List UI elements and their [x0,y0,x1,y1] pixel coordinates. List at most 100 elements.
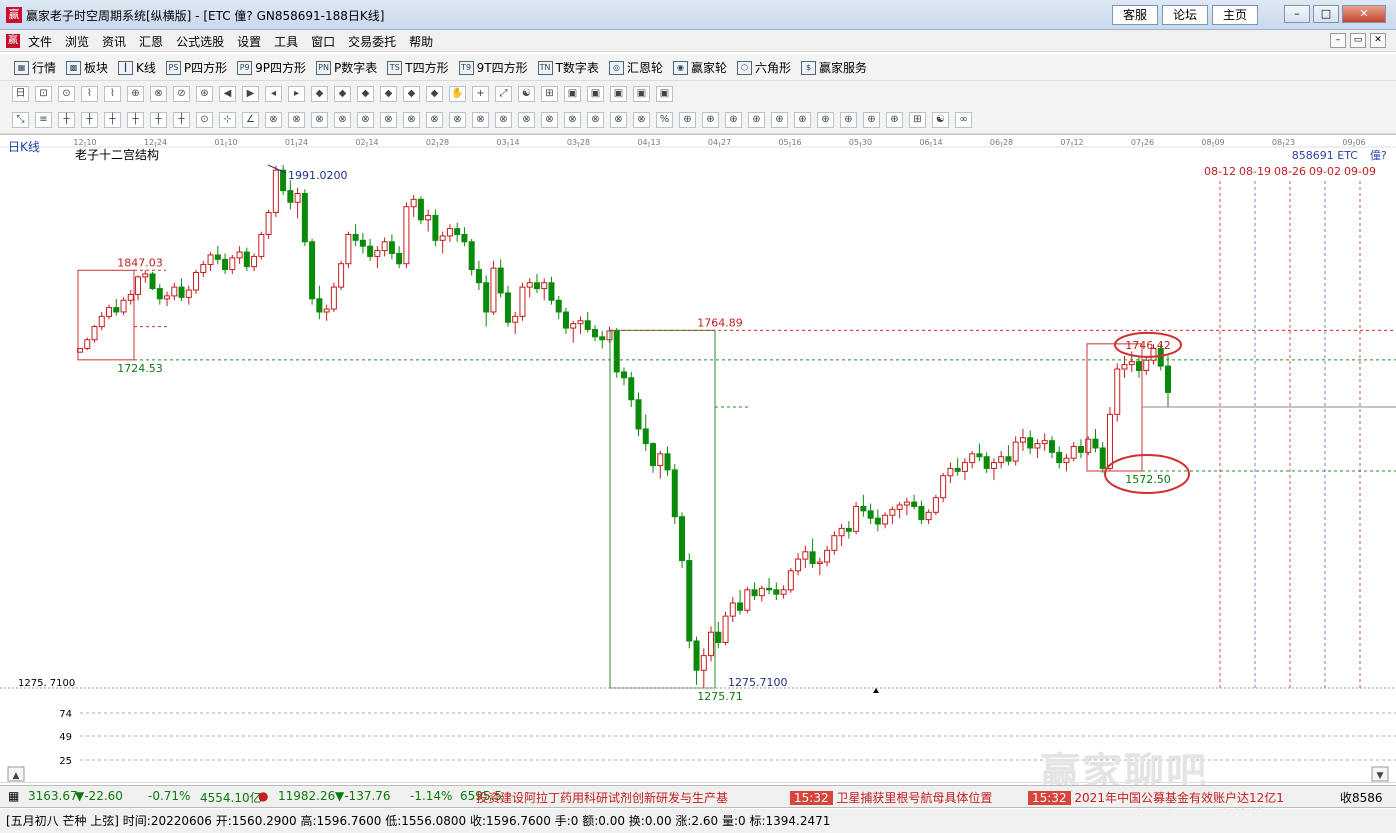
chart-tool-26-icon[interactable]: ▣ [610,86,627,102]
draw-tool-7-icon[interactable]: ┼ [173,112,190,128]
toolbar-item-1[interactable]: ▩ 板块 [66,59,108,76]
chart-tool-20-icon[interactable]: + [472,86,489,102]
draw-tool-22-icon[interactable]: ⊗ [518,112,535,128]
toolbar-item-10[interactable]: ◉ 赢家轮 [672,59,727,76]
draw-tool-27-icon[interactable]: ⊗ [633,112,650,128]
chart-tool-12-icon[interactable]: ▸ [288,86,305,102]
service-button[interactable]: 客服 [1112,5,1158,25]
mdi-minimize-button[interactable]: – [1330,33,1346,48]
draw-tool-37-icon[interactable]: ⊕ [863,112,880,128]
chart-tool-9-icon[interactable]: ◀ [219,86,236,102]
draw-tool-40-icon[interactable]: ☯ [932,112,949,128]
minimize-button[interactable]: – [1284,5,1310,23]
toolbar-item-11[interactable]: ⬡ 六角形 [736,59,791,76]
forum-button[interactable]: 论坛 [1162,5,1208,25]
draw-tool-38-icon[interactable]: ⊕ [886,112,903,128]
chart-tool-13-icon[interactable]: ◆ [311,86,328,102]
draw-tool-21-icon[interactable]: ⊗ [495,112,512,128]
draw-tool-25-icon[interactable]: ⊗ [587,112,604,128]
chart-tool-18-icon[interactable]: ◆ [426,86,443,102]
draw-tool-20-icon[interactable]: ⊗ [472,112,489,128]
chart-tool-21-icon[interactable]: ⤢ [495,86,512,102]
mdi-close-button[interactable]: ✕ [1370,33,1386,48]
news-ticker-item[interactable]: 15:32 卫星捕获里根号航母具体位置 [790,789,992,806]
chart-tool-28-icon[interactable]: ▣ [656,86,673,102]
draw-tool-28-icon[interactable]: % [656,112,673,128]
draw-tool-19-icon[interactable]: ⊗ [449,112,466,128]
chart-area[interactable]: 12-10 12-24 01-10 01-24 02-14 02-28 03-14 03-28… [0,134,1396,784]
menu-item-3[interactable]: 汇恩 [139,33,163,50]
draw-tool-3-icon[interactable]: ┼ [81,112,98,128]
chart-tool-22-icon[interactable]: ☯ [518,86,535,102]
draw-tool-17-icon[interactable]: ⊗ [403,112,420,128]
draw-tool-18-icon[interactable]: ⊗ [426,112,443,128]
draw-tool-26-icon[interactable]: ⊗ [610,112,627,128]
draw-tool-11-icon[interactable]: ⊗ [265,112,282,128]
toolbar-item-12[interactable]: $ 赢家服务 [800,59,867,76]
toolbar-item-6[interactable]: TS T四方形 [387,59,449,76]
chart-tool-16-icon[interactable]: ◆ [380,86,397,102]
chart-tool-0-icon[interactable]: 日 [12,86,29,102]
chart-tool-7-icon[interactable]: ⊘ [173,86,190,102]
draw-tool-34-icon[interactable]: ⊕ [794,112,811,128]
chart-tool-15-icon[interactable]: ◆ [357,86,374,102]
menu-item-7[interactable]: 窗口 [311,33,335,50]
toolbar-item-5[interactable]: PN P数字表 [316,59,377,76]
draw-tool-10-icon[interactable]: ∠ [242,112,259,128]
draw-tool-39-icon[interactable]: ⊞ [909,112,926,128]
close-button[interactable]: ✕ [1342,5,1386,23]
menu-item-1[interactable]: 浏览 [65,33,89,50]
draw-tool-13-icon[interactable]: ⊗ [311,112,328,128]
toolbar-item-0[interactable]: ▦ 行情 [14,59,56,76]
chart-tool-11-icon[interactable]: ◂ [265,86,282,102]
mdi-restore-button[interactable]: ▭ [1350,33,1366,48]
draw-tool-41-icon[interactable]: ∞ [955,112,972,128]
draw-tool-29-icon[interactable]: ⊕ [679,112,696,128]
chart-tool-5-icon[interactable]: ⊕ [127,86,144,102]
draw-tool-30-icon[interactable]: ⊕ [702,112,719,128]
toolbar-item-7[interactable]: T9 9T四方形 [458,59,528,76]
draw-tool-9-icon[interactable]: ⊹ [219,112,236,128]
kline-chart[interactable]: 12-10 12-24 01-10 01-24 02-14 02-28 03-14 03-28… [0,135,1396,784]
toolbar-item-2[interactable]: ┃ K线 [118,59,156,76]
menu-item-4[interactable]: 公式选股 [176,33,224,50]
draw-tool-8-icon[interactable]: ⊙ [196,112,213,128]
toolbar-item-3[interactable]: PS P四方形 [165,59,227,76]
chart-tool-10-icon[interactable]: ▶ [242,86,259,102]
draw-tool-5-icon[interactable]: ┼ [127,112,144,128]
chart-tool-2-icon[interactable]: ⊙ [58,86,75,102]
menu-item-8[interactable]: 交易委托 [348,33,396,50]
draw-tool-1-icon[interactable]: ≡ [35,112,52,128]
draw-tool-6-icon[interactable]: ┼ [150,112,167,128]
maximize-button[interactable]: □ [1313,5,1339,23]
home-button[interactable]: 主页 [1212,5,1258,25]
chart-tool-4-icon[interactable]: ⌇ [104,86,121,102]
draw-tool-35-icon[interactable]: ⊕ [817,112,834,128]
draw-tool-15-icon[interactable]: ⊗ [357,112,374,128]
draw-tool-0-icon[interactable]: ⤡ [12,112,29,128]
draw-tool-2-icon[interactable]: ┼ [58,112,75,128]
draw-tool-31-icon[interactable]: ⊕ [725,112,742,128]
toolbar-item-4[interactable]: P9 9P四方形 [237,59,306,76]
draw-tool-24-icon[interactable]: ⊗ [564,112,581,128]
chart-tool-27-icon[interactable]: ▣ [633,86,650,102]
news-ticker-item[interactable]: 15:32 2021年中国公募基金有效账户达12亿1 [1028,789,1284,806]
draw-tool-33-icon[interactable]: ⊕ [771,112,788,128]
draw-tool-32-icon[interactable]: ⊕ [748,112,765,128]
chart-tool-23-icon[interactable]: ⊞ [541,86,558,102]
draw-tool-4-icon[interactable]: ┼ [104,112,121,128]
chart-tool-3-icon[interactable]: ⌇ [81,86,98,102]
draw-tool-16-icon[interactable]: ⊗ [380,112,397,128]
chart-tool-17-icon[interactable]: ◆ [403,86,420,102]
menu-item-6[interactable]: 工具 [274,33,298,50]
news-ticker-item[interactable]: 投资建设阿拉丁药用科研试剂创新研发与生产基 [476,789,728,806]
chart-tool-6-icon[interactable]: ⊗ [150,86,167,102]
menu-item-9[interactable]: 帮助 [409,33,433,50]
draw-tool-12-icon[interactable]: ⊗ [288,112,305,128]
toolbar-item-8[interactable]: TN T数字表 [537,59,599,76]
draw-tool-36-icon[interactable]: ⊕ [840,112,857,128]
draw-tool-14-icon[interactable]: ⊗ [334,112,351,128]
menu-item-0[interactable]: 文件 [28,33,52,50]
menu-item-2[interactable]: 资讯 [102,33,126,50]
chart-tool-19-icon[interactable]: ✋ [449,86,466,102]
